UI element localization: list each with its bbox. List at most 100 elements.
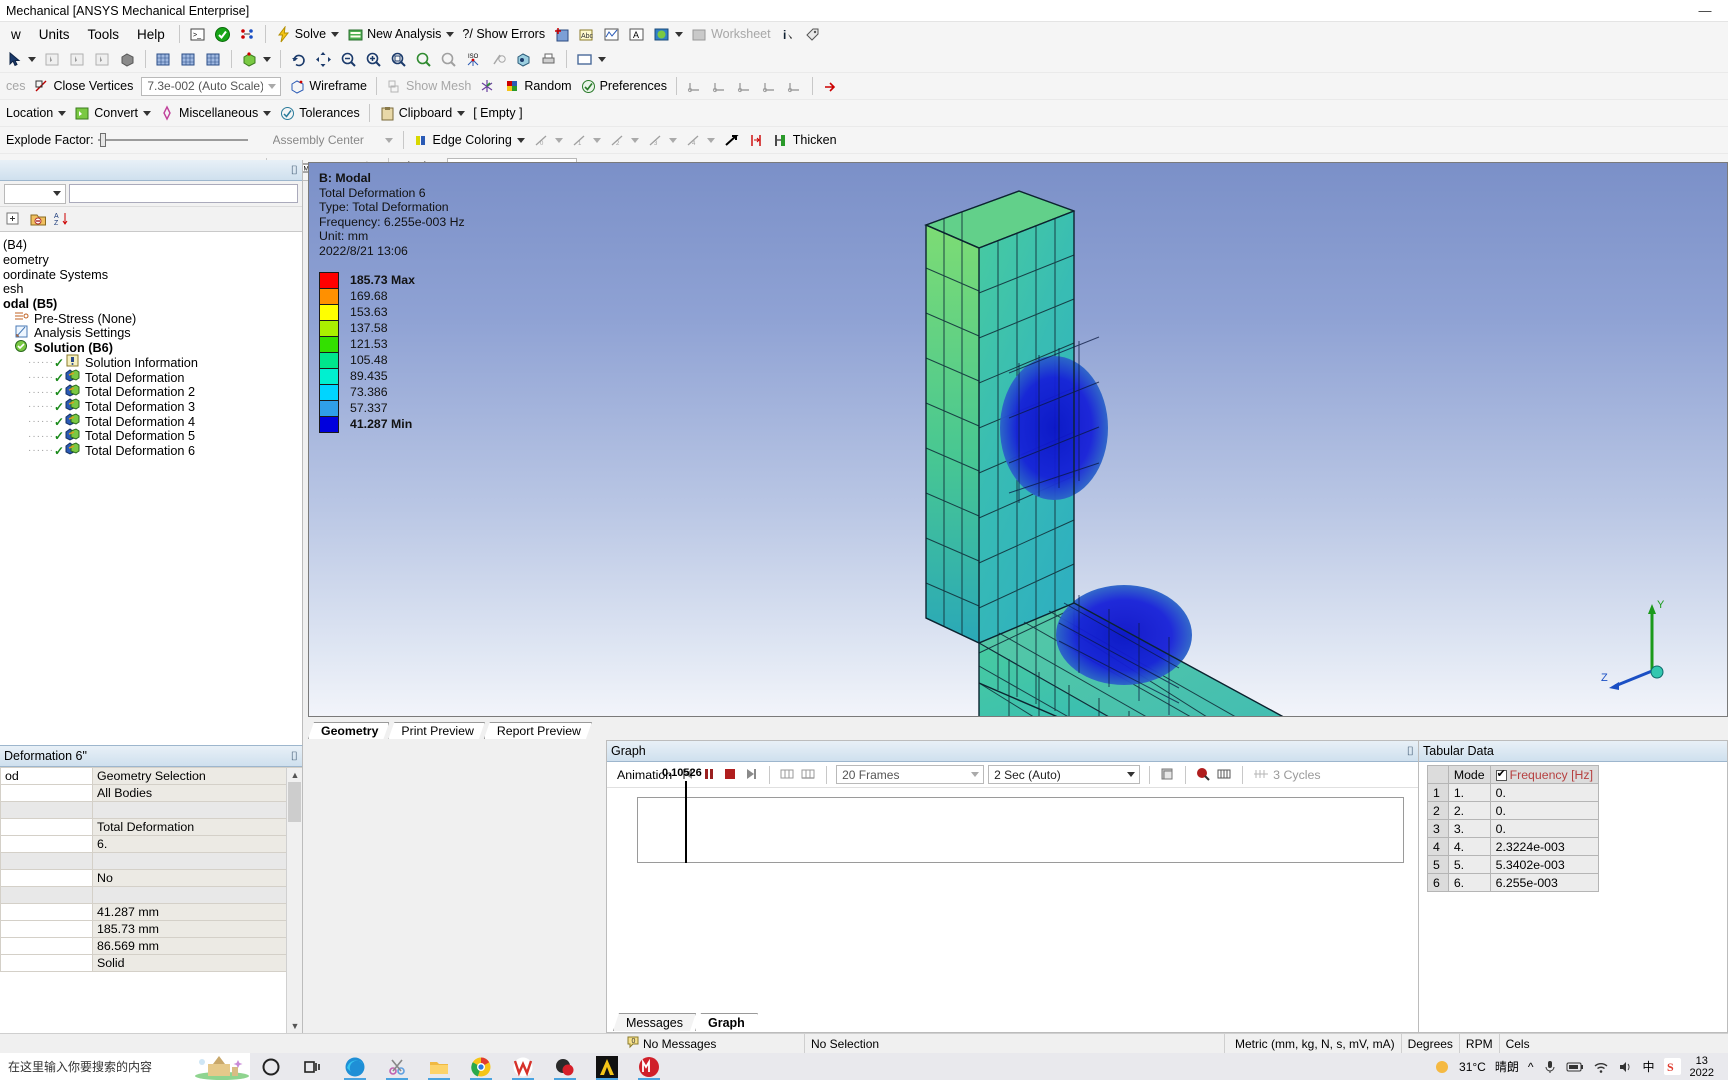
frequency-checkbox[interactable] <box>1495 767 1507 781</box>
zoom-graph-icon[interactable] <box>1195 766 1212 783</box>
distribute-v-icon[interactable] <box>800 766 817 783</box>
edge-thickness-1-button[interactable]: 1 <box>567 129 605 152</box>
details-value[interactable]: 6. <box>92 835 302 853</box>
tree-item-4[interactable]: odal (B5) <box>0 297 302 312</box>
ime-indicator[interactable]: 中 <box>1643 1058 1655 1075</box>
element-select-button[interactable] <box>176 48 201 71</box>
info-button[interactable]: i <box>775 23 800 46</box>
tabular-cell-mode[interactable]: 1. <box>1447 783 1491 802</box>
stop-icon[interactable] <box>722 766 739 783</box>
graph-plot-area[interactable] <box>637 797 1404 863</box>
tabular-cell-freq[interactable]: 0. <box>1489 783 1600 802</box>
menu-item-tools[interactable]: Tools <box>79 25 129 44</box>
tabular-cell-idx[interactable]: 1 <box>1427 783 1449 802</box>
details-row[interactable]: Solid <box>0 954 302 972</box>
details-row[interactable]: No <box>0 869 302 887</box>
edge-coloring-dropdown-caret[interactable] <box>516 137 525 143</box>
taskbar-search[interactable]: 在这里输入你要搜索的内容 <box>0 1053 250 1080</box>
tabular-header-2[interactable]: Frequency [Hz] <box>1489 765 1600 784</box>
details-row[interactable]: 41.287 mm <box>0 903 302 921</box>
details-row[interactable]: All Bodies <box>0 784 302 802</box>
location-dropdown-caret[interactable] <box>58 110 67 116</box>
new-annotation-button[interactable]: A <box>624 23 649 46</box>
tree-item-8[interactable]: ······ ✓ Solution Information <box>0 354 302 371</box>
file-explorer-icon[interactable] <box>418 1053 460 1080</box>
set-view-button[interactable] <box>486 48 511 71</box>
taskbar-clock[interactable]: 13 2022 <box>1690 1055 1720 1079</box>
tabular-cell-mode[interactable]: 5. <box>1447 855 1491 874</box>
tabular-cell-idx[interactable]: 6 <box>1427 873 1449 892</box>
tabular-cell-idx[interactable]: 5 <box>1427 855 1449 874</box>
details-value[interactable] <box>92 852 302 870</box>
select-vertex-button[interactable] <box>40 48 65 71</box>
console-button[interactable]: >_ <box>185 23 210 46</box>
outline-filter-input[interactable] <box>69 184 298 203</box>
tray-expand-icon[interactable]: ^ <box>1528 1060 1534 1074</box>
view-box-button[interactable] <box>511 48 536 71</box>
tabular-row[interactable]: 1 1. 0. <box>1427 783 1600 802</box>
edge-coloring-button[interactable]: Edge Coloring <box>409 129 529 152</box>
cortana-icon[interactable] <box>250 1053 292 1080</box>
assembly-center-caret[interactable] <box>381 137 396 143</box>
tabular-cell-freq[interactable]: 2.3224e-003 <box>1489 837 1600 856</box>
details-value[interactable]: 185.73 mm <box>92 920 302 938</box>
tabular-cell-idx[interactable]: 3 <box>1427 819 1449 838</box>
scroll-up-arrow[interactable]: ▲ <box>287 768 303 782</box>
snipping-tool-icon[interactable] <box>376 1053 418 1080</box>
print-preview-button[interactable] <box>536 48 561 71</box>
show-errors-button[interactable]: ?/ Show Errors <box>458 23 549 46</box>
slider-knob[interactable] <box>99 133 106 147</box>
zoom-in-button[interactable] <box>361 48 386 71</box>
details-pin-icon[interactable]: ⌷ <box>291 749 298 764</box>
details-scrollbar[interactable]: ▲ ▼ <box>286 768 302 1033</box>
tree-item-2[interactable]: oordinate Systems <box>0 267 302 282</box>
tree-item-13[interactable]: ······ ✓ Total Deformation 5 <box>0 428 302 444</box>
tabular-cell-mode[interactable]: 2. <box>1447 801 1491 820</box>
pause-icon[interactable] <box>701 766 718 783</box>
edge-thickness-0-button[interactable]: 0 <box>529 129 567 152</box>
details-row[interactable]: 86.569 mm <box>0 937 302 955</box>
new-figure-button[interactable] <box>599 23 624 46</box>
mesh-connection-button[interactable] <box>235 23 260 46</box>
select-edge-button[interactable] <box>65 48 90 71</box>
edges-button[interactable]: ces <box>2 75 29 98</box>
wps-icon[interactable] <box>502 1053 544 1080</box>
tabular-cell-freq[interactable]: 0. <box>1489 819 1600 838</box>
details-row[interactable] <box>0 801 302 819</box>
wireframe-button[interactable]: Wireframe <box>285 75 371 98</box>
duration-combo[interactable]: 2 Sec (Auto) <box>988 765 1141 784</box>
select-dropdown-caret[interactable] <box>28 56 36 62</box>
preferences-button[interactable]: Preferences <box>576 75 671 98</box>
miscellaneous-button[interactable]: Miscellaneous <box>155 102 275 125</box>
last-frame-icon[interactable] <box>743 766 760 783</box>
iso-view-button[interactable]: ISO <box>461 48 486 71</box>
outline-pin-icon[interactable]: ⌷ <box>291 163 298 178</box>
details-value[interactable]: Solid <box>92 954 302 972</box>
select-cursor-button[interactable] <box>2 48 40 71</box>
collapse-folder-icon[interactable] <box>30 211 47 228</box>
tabular-cell-idx[interactable]: 2 <box>1427 801 1449 820</box>
clipboard-button[interactable]: Clipboard <box>375 102 470 125</box>
netease-icon[interactable] <box>544 1053 586 1080</box>
details-row[interactable] <box>0 852 302 870</box>
layout-dropdown-caret[interactable] <box>598 56 606 62</box>
edge-offset-button[interactable] <box>744 129 769 152</box>
filter-caret[interactable] <box>48 191 63 196</box>
edge-icon[interactable] <box>334 1053 376 1080</box>
tabular-cell-freq[interactable]: 5.3402e-003 <box>1489 855 1600 874</box>
edge-thickness-3-button[interactable]: 3 <box>643 129 681 152</box>
details-row[interactable]: 6. <box>0 835 302 853</box>
viewport-tab-2[interactable]: Report Preview <box>484 722 592 739</box>
tabular-row[interactable]: 5 5. 5.3402e-003 <box>1427 855 1600 874</box>
solve-dropdown-caret[interactable] <box>331 31 340 37</box>
scroll-thumb[interactable] <box>288 782 301 822</box>
task-view-icon[interactable] <box>292 1053 334 1080</box>
probe-label-3-button[interactable] <box>732 75 757 98</box>
auto-scale-combo[interactable]: 7.3e-002 (Auto Scale) <box>141 76 282 96</box>
zoom-to-fit-button[interactable] <box>411 48 436 71</box>
node-select-button[interactable] <box>151 48 176 71</box>
graph-time-marker[interactable] <box>685 781 687 863</box>
details-value[interactable] <box>92 886 302 904</box>
image-dropdown-caret[interactable] <box>675 31 684 37</box>
extend-dropdown-caret[interactable] <box>263 56 271 62</box>
